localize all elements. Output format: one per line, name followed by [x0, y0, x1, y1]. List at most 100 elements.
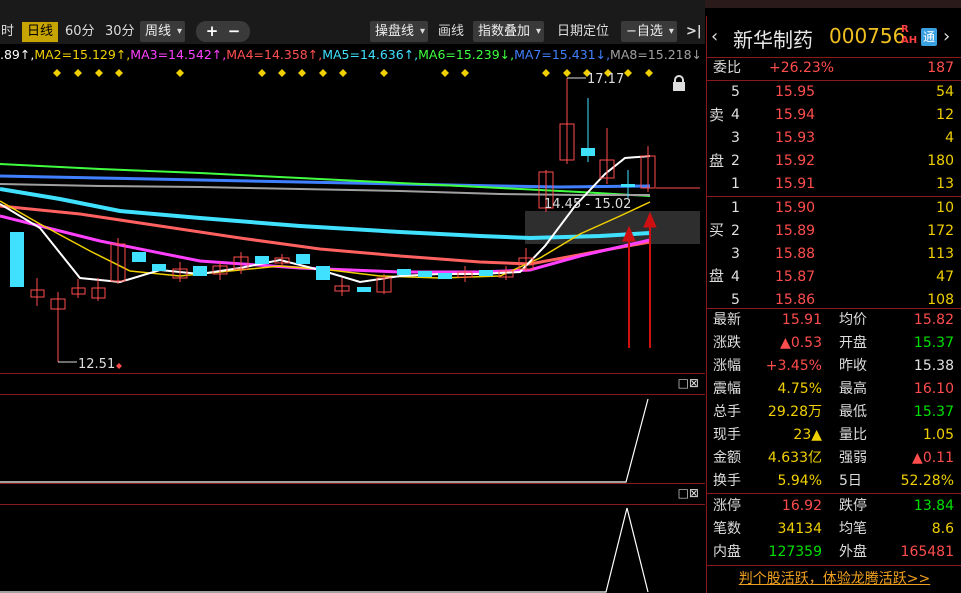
level-number: 3	[731, 130, 740, 146]
ma-value: MA8=15.218↓	[610, 47, 703, 62]
panel-window-icons[interactable]: □⊠	[678, 376, 699, 390]
stat-value: 165481	[900, 544, 954, 560]
zoom-in-button[interactable]: +	[201, 21, 223, 42]
level-number: 2	[731, 223, 740, 239]
watchlist-dropdown[interactable]: −自选	[621, 21, 677, 42]
stat-row: 最新 15.91 均价 15.82	[707, 309, 961, 332]
signal-marker	[563, 69, 571, 77]
high-price-label: 17.17	[587, 72, 624, 87]
next-stock-icon[interactable]: ›	[943, 26, 950, 47]
stat-label: 最新	[713, 312, 741, 328]
expand-panel-icon[interactable]: >|	[681, 22, 707, 42]
level-number: 3	[731, 246, 740, 262]
stat-value: ▲0.53	[780, 335, 822, 351]
stat-value: 8.6	[931, 521, 954, 537]
divider	[707, 493, 961, 494]
stat-row: 总手 29.28万 最低 15.37	[707, 401, 961, 424]
level-price: 15.87	[775, 269, 816, 285]
level-price: 15.95	[775, 84, 816, 100]
stat-value: 15.37	[913, 404, 954, 420]
sub-panel-2-header: □⊠	[0, 483, 705, 505]
sub-panel-1-header: □⊠	[0, 373, 705, 395]
signal-marker	[95, 69, 103, 77]
level-volume: 13	[936, 176, 954, 192]
candle-down	[581, 148, 595, 156]
sell-level-row[interactable]: 4 15.94 12	[707, 104, 961, 127]
buy-level-row[interactable]: 4 15.87 47	[707, 266, 961, 289]
zoom-out-button[interactable]: −	[223, 21, 245, 42]
level-number: 2	[731, 153, 740, 169]
draw-line-button[interactable]: 画线	[433, 22, 469, 42]
sell-level-row[interactable]: 1 15.91 13	[707, 173, 961, 196]
quote-header: ‹ 新华制药 000756 R AH 通 ›	[707, 16, 961, 58]
sell-level-row[interactable]: 2 15.92 180	[707, 150, 961, 173]
level-number: 5	[731, 84, 740, 100]
signal-marker	[645, 69, 653, 77]
level-number: 1	[731, 200, 740, 216]
stat-value: 13.84	[913, 498, 954, 514]
r-badge: R	[901, 24, 909, 35]
panel-window-icons[interactable]: □⊠	[678, 486, 699, 500]
period-week-dropdown[interactable]: 周线	[140, 21, 186, 42]
draw-op-line-dropdown[interactable]: 操盘线	[370, 21, 429, 42]
period-day-button[interactable]: 日线	[22, 22, 59, 42]
stock-connect-badge[interactable]: 通	[921, 28, 937, 46]
stat-value: 15.38	[913, 358, 954, 374]
ma-value: MA2=15.129↑,	[34, 47, 131, 62]
stock-name: 新华制药	[733, 28, 813, 52]
level-number: 1	[731, 176, 740, 192]
stat-label: 外盘	[839, 544, 867, 560]
signal-marker	[339, 69, 347, 77]
level-volume: 12	[936, 107, 954, 123]
buy-side-label: 盘	[709, 267, 725, 285]
stat-label: 金额	[713, 450, 741, 466]
period-minute-button[interactable]: 时	[0, 22, 19, 42]
promo-link[interactable]: 判个股活跃，体验龙腾活跃>>	[707, 565, 961, 593]
stat-label: 最低	[839, 404, 867, 420]
sell-level-row[interactable]: 3 15.93 4	[707, 127, 961, 150]
level-price: 15.92	[775, 153, 816, 169]
signal-marker	[258, 69, 266, 77]
stat-row: 涨幅 +3.45% 昨收 15.38	[707, 355, 961, 378]
quote-panel: ‹ 新华制药 000756 R AH 通 › 委比 +26.23% 187 5 15…	[706, 16, 961, 593]
buy-level-row[interactable]: 3 15.88 113	[707, 243, 961, 266]
candle-down	[296, 254, 310, 264]
indicator-panel-2[interactable]	[0, 504, 705, 593]
stat-row: 金额 4.633亿 强弱 ▲0.11	[707, 447, 961, 470]
index-overlay-dropdown[interactable]: 指数叠加	[473, 21, 545, 42]
stat-value: 127359	[768, 544, 822, 560]
ma-value: .89↑,	[0, 47, 35, 62]
stat-row: 现手 23▲ 量比 1.05	[707, 424, 961, 447]
stat-row: 震幅 4.75% 最高 16.10	[707, 378, 961, 401]
chart-toolbar: 时 日线 60分 30分 周线 + − 操盘线 画线 指数叠加 日期定位 −自选…	[0, 0, 705, 45]
sell-level-row[interactable]: 5 15.95 54	[707, 81, 961, 104]
level-price: 15.93	[775, 130, 816, 146]
period-60m-button[interactable]: 60分	[60, 22, 100, 42]
candle-down	[438, 273, 452, 279]
signal-marker	[115, 69, 123, 77]
period-30m-button[interactable]: 30分	[100, 22, 140, 42]
stat-row: 涨跌 ▲0.53 开盘 15.37	[707, 332, 961, 355]
indicator-panel-1[interactable]	[0, 395, 705, 483]
stat-label: 强弱	[839, 450, 867, 466]
stat-value: 1.05	[922, 427, 954, 443]
buy-level-row[interactable]: 1 15.90 10	[707, 197, 961, 220]
stat-label: 跌停	[839, 498, 867, 514]
level-volume: 180	[927, 153, 954, 169]
stat-label: 现手	[713, 427, 741, 443]
ma-value: MA3=14.542↑,	[130, 47, 227, 62]
stat-row: 换手 5.94% 5日 52.28%	[707, 470, 961, 493]
signal-marker	[53, 69, 61, 77]
signal-marker	[176, 69, 184, 77]
candlestick-chart[interactable]: 17.17 12.51 14.45 - 15.02	[0, 66, 705, 373]
level-volume: 54	[936, 84, 954, 100]
date-locate-button[interactable]: 日期定位	[552, 22, 614, 42]
stat-value: 4.75%	[777, 381, 822, 397]
prev-stock-icon[interactable]: ‹	[711, 26, 718, 47]
candle-down	[357, 287, 371, 292]
signal-marker	[542, 69, 550, 77]
stat-label: 震幅	[713, 381, 741, 397]
buy-level-row[interactable]: 2 15.89 172	[707, 220, 961, 243]
stat-label: 涨停	[713, 498, 741, 514]
stat-label: 内盘	[713, 544, 741, 560]
